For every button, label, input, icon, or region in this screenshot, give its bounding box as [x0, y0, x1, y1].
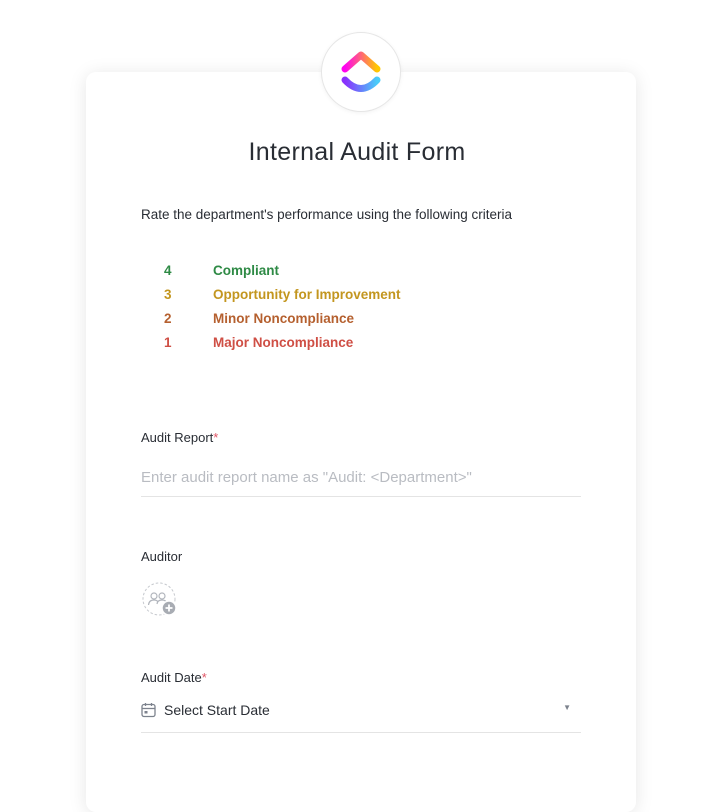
- criteria-score: 3: [164, 286, 172, 302]
- criteria-item: 4 Compliant: [164, 258, 401, 282]
- criteria-list: 4 Compliant 3 Opportunity for Improvemen…: [164, 258, 401, 354]
- criteria-label: Major Noncompliance: [213, 334, 354, 350]
- criteria-score: 1: [164, 334, 172, 350]
- required-mark: *: [213, 430, 219, 445]
- audit-report-label: Audit Report*: [141, 430, 219, 445]
- clickup-logo-icon: [341, 51, 381, 92]
- required-mark: *: [201, 670, 207, 685]
- add-auditor-button[interactable]: [142, 582, 177, 616]
- criteria-score: 2: [164, 310, 172, 326]
- auditor-label: Auditor: [141, 549, 183, 564]
- audit-report-input[interactable]: [141, 458, 581, 497]
- audit-date-value: Select Start Date: [164, 702, 270, 718]
- audit-date-picker[interactable]: Select Start Date ▼: [141, 696, 581, 733]
- add-user-icon: [142, 582, 177, 616]
- criteria-score: 4: [164, 262, 172, 278]
- criteria-label: Compliant: [213, 262, 279, 278]
- clickup-logo: [321, 32, 401, 112]
- criteria-label: Minor Noncompliance: [213, 310, 355, 326]
- calendar-icon: [141, 702, 156, 718]
- criteria-label: Opportunity for Improvement: [213, 286, 401, 302]
- criteria-item: 3 Opportunity for Improvement: [164, 282, 401, 306]
- criteria-item: 2 Minor Noncompliance: [164, 306, 401, 330]
- chevron-down-icon: ▼: [563, 703, 571, 712]
- audit-date-label: Audit Date*: [141, 670, 207, 685]
- criteria-item: 1 Major Noncompliance: [164, 330, 401, 354]
- form-description: Rate the department's performance using …: [141, 207, 513, 222]
- form-title: Internal Audit Form: [248, 138, 466, 166]
